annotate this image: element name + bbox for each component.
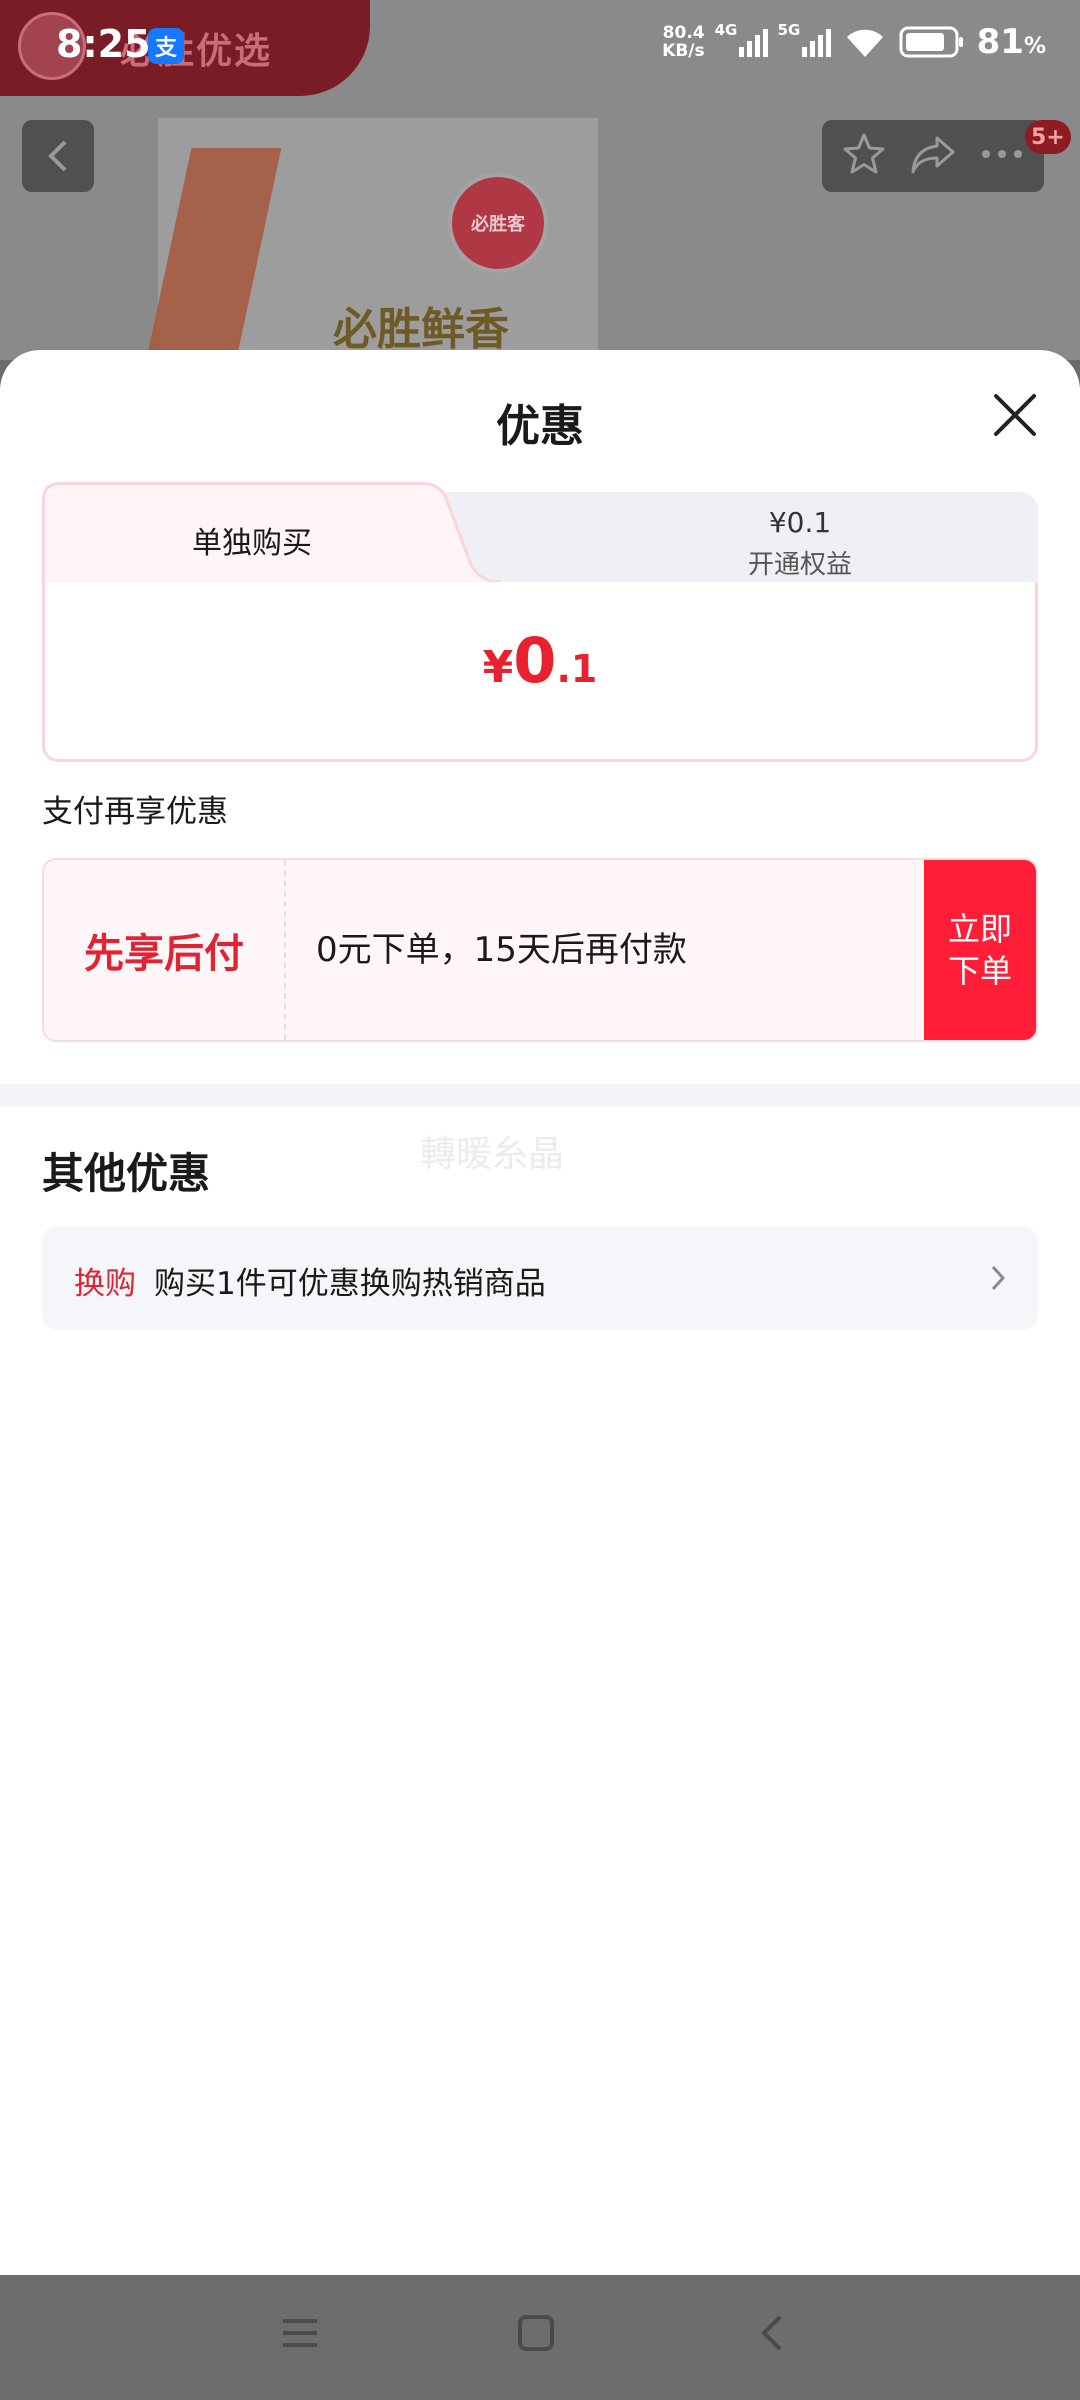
sim1-label: 4G	[714, 21, 738, 39]
price-decimal: .1	[556, 647, 598, 691]
network-speed-unit: KB/s	[662, 41, 705, 61]
watermark-text: 轉暖糸晶	[420, 1134, 565, 1175]
other-offers-title: 其他优惠	[42, 1149, 211, 1198]
order-now-line1: 立即	[947, 910, 1012, 948]
share-icon	[911, 136, 955, 174]
tab-membership[interactable]: ¥0.1 开通权益	[442, 492, 1038, 584]
battery-percent-unit: %	[1023, 34, 1046, 59]
action-group	[822, 120, 1044, 192]
menu-icon	[283, 2319, 317, 2347]
close-button[interactable]	[990, 390, 1040, 440]
recent-apps-button[interactable]	[280, 2313, 320, 2357]
price-display: ¥0.1	[45, 624, 1035, 697]
back-icon	[48, 140, 67, 172]
network-speed-value: 80.4	[662, 23, 705, 43]
alipay-icon: 支	[148, 28, 184, 64]
share-button[interactable]	[907, 130, 959, 182]
bnpl-label-box: 先享后付	[44, 860, 286, 1040]
product-image: 必胜客 必胜鲜香	[144, 118, 598, 360]
network-speed: 80.4 KB/s	[662, 24, 704, 60]
price-integer: 0	[513, 624, 557, 697]
pay-note: 支付再享优惠	[42, 794, 228, 830]
system-nav-bar	[0, 2275, 1080, 2400]
system-back-button[interactable]	[756, 2313, 786, 2357]
exchange-tag: 换购	[74, 1266, 136, 1302]
battery-icon	[899, 25, 965, 59]
tab-membership-label: 开通权益	[747, 550, 852, 580]
home-button[interactable]	[516, 2313, 556, 2357]
status-bar: 8:25 支 80.4 KB/s 4G 5G 81%	[0, 0, 1080, 96]
bnpl-title: 先享后付	[84, 931, 244, 977]
battery-percent: 81%	[977, 22, 1046, 62]
order-now-line2: 下单	[947, 952, 1012, 990]
bnpl-description: 0元下单，15天后再付款	[316, 930, 687, 970]
tab-single-purchase[interactable]: 单独购买	[42, 482, 502, 584]
product-logo: 必胜客	[448, 173, 548, 273]
status-time: 8:25	[56, 22, 151, 66]
signal-icon-sim1: 4G	[715, 21, 768, 57]
order-now-button[interactable]: 立即 下单	[924, 860, 1036, 1040]
exchange-text: 购买1件可优惠换购热销商品	[154, 1266, 546, 1302]
sheet-title: 优惠	[496, 401, 584, 452]
message-badge: 5+	[1025, 120, 1071, 154]
close-icon	[994, 394, 1036, 436]
back-button[interactable]	[22, 120, 94, 192]
favorite-button[interactable]	[840, 130, 888, 182]
discount-sheet: 优惠 ¥0.1 开通权益 单独购买 ¥0.1 支付再享优惠 先享后付 0元下单，…	[0, 350, 1080, 2275]
battery-percent-value: 81	[976, 22, 1024, 62]
signal-icon-sim2: 5G	[778, 21, 831, 57]
section-divider	[0, 1084, 1080, 1106]
price-panel: ¥0.1	[42, 582, 1038, 762]
price-symbol: ¥	[482, 642, 514, 693]
back-nav-icon	[761, 2315, 782, 2351]
star-icon	[843, 133, 885, 174]
home-icon	[518, 2315, 554, 2351]
purchase-options: ¥0.1 开通权益 单独购买 ¥0.1	[42, 482, 1038, 762]
product-image-decoration	[144, 148, 282, 360]
wifi-icon	[843, 25, 887, 59]
tab-membership-price: ¥0.1	[768, 506, 832, 539]
chevron-right-icon	[991, 1265, 1006, 1291]
product-title: 必胜鲜香	[333, 304, 509, 355]
more-icon	[982, 150, 1023, 158]
exchange-offer-row[interactable]: 换购 购买1件可优惠换购热销商品	[42, 1226, 1038, 1330]
sim2-label: 5G	[777, 21, 801, 39]
status-indicators: 80.4 KB/s 4G 5G 81%	[662, 21, 1046, 62]
more-button[interactable]	[978, 146, 1026, 166]
tab-single-purchase-label: 单独购买	[192, 526, 312, 561]
bnpl-card[interactable]: 先享后付 0元下单，15天后再付款 立即 下单	[42, 858, 1038, 1042]
